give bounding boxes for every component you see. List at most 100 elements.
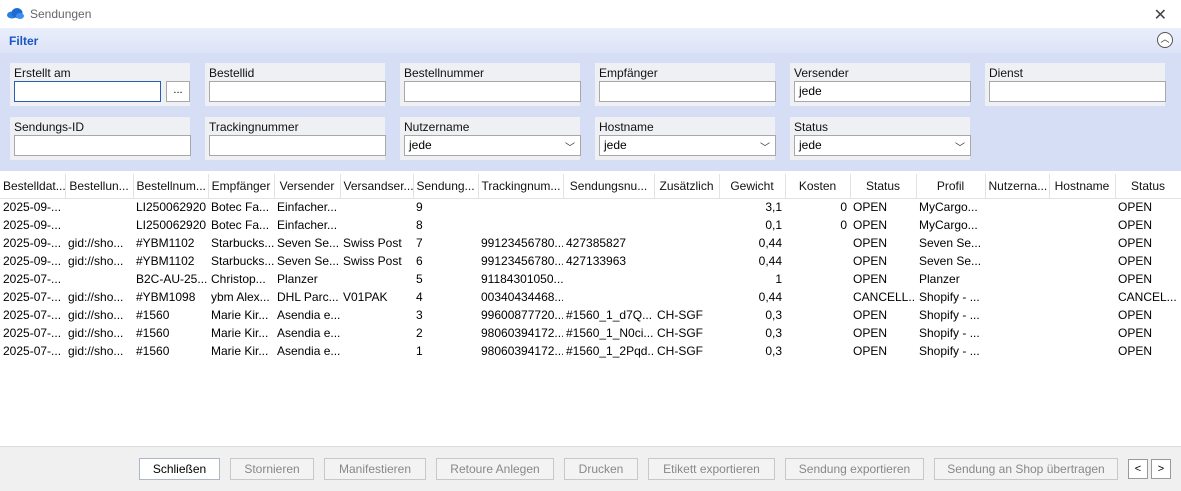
table-cell: 0 [840,200,847,215]
table-cell [785,234,850,252]
table-cell: Shopify - ... [919,308,980,322]
table-cell: Shopify - ... [919,326,980,340]
date-picker-button[interactable]: ... [166,81,190,102]
column-header[interactable]: Sendung... [413,174,479,199]
column-header[interactable]: Trackingnum... [478,174,564,199]
table-cell: #1560 [136,344,170,358]
table-cell: OPEN [853,344,888,358]
status-value: jede [799,138,822,152]
next-page-button[interactable]: > [1151,459,1171,479]
status-select[interactable]: jede ﹀ [794,135,971,156]
table-cell [1049,324,1115,342]
prev-page-button[interactable]: < [1128,459,1148,479]
table-cell [785,252,850,270]
table-cell: OPEN [1118,344,1153,358]
table-cell: gid://sho... [68,254,124,268]
table-cell [340,216,413,234]
table-cell: 2025-09-... [3,254,62,268]
create-return-button[interactable]: Retoure Anlegen [436,458,554,480]
close-icon[interactable]: ✕ [1154,5,1167,25]
close-button[interactable]: Schließen [139,458,220,480]
table-cell: #1560_1_d7Q... [566,308,653,322]
table-row[interactable]: 2025-09-... LI250062920 Botec Fa... Einfach… [0,216,1181,234]
hostname-select[interactable]: jede ﹀ [599,135,776,156]
table-row[interactable]: 2025-07-... gid://sho... #1560 Marie Kir...… [0,324,1181,342]
transfer-to-shop-button[interactable]: Sendung an Shop übertragen [934,458,1118,480]
table-cell: OPEN [1118,218,1153,232]
table-cell: Einfacher... [277,218,338,232]
table-cell: 2025-07-... [3,344,62,358]
manifest-button[interactable]: Manifestieren [324,458,426,480]
column-header[interactable]: Sendungsnu... [563,174,655,199]
column-header[interactable]: Zusätzlich [654,174,720,199]
table-cell: Marie Kir... [211,326,269,340]
print-button[interactable]: Drucken [564,458,638,480]
chevron-down-icon: ﹀ [955,143,965,154]
column-header[interactable]: Bestellnum... [133,174,209,199]
table-row[interactable]: 2025-07-... gid://sho... #1560 Marie Kir...… [0,306,1181,324]
nutzername-select[interactable]: jede ﹀ [404,135,581,156]
column-header[interactable]: Empfänger [208,174,275,199]
dienst-input[interactable] [989,81,1166,102]
column-header[interactable]: Kosten [785,174,851,199]
table-row[interactable]: 2025-09-... gid://sho... #YBM1102 Starbucks… [0,252,1181,270]
column-header[interactable]: Hostname [1049,174,1116,199]
table-row[interactable]: 2025-09-... LI250062920 Botec Fa... Einfach… [0,198,1181,216]
filter-empfaenger: Empfänger [595,63,776,106]
table-cell: MyCargo... [919,218,978,232]
bestellid-input[interactable] [209,81,386,102]
export-shipment-button[interactable]: Sendung exportieren [785,458,924,480]
table-cell: 2025-07-... [3,290,62,304]
erstellt-am-input[interactable] [14,81,161,102]
cloud-icon [7,8,24,19]
column-header[interactable]: Versandser... [340,174,414,199]
table-cell: OPEN [1118,308,1153,322]
table-cell: Asendia e... [277,344,340,358]
table-cell: OPEN [1118,326,1153,340]
table-row[interactable]: 2025-07-... B2C-AU-25... Christop... Planze… [0,270,1181,288]
table-cell [65,198,133,216]
table-cell: OPEN [853,272,888,286]
table-row[interactable]: 2025-07-... gid://sho... #YBM1098 ybm Alex.… [0,288,1181,306]
column-header[interactable]: Bestelldat... [0,174,66,199]
column-header[interactable]: Status [1115,174,1181,199]
table-cell [654,252,719,270]
table-cell: 99123456780... [481,236,563,250]
column-header[interactable]: Gewicht [719,174,786,199]
table-cell [785,306,850,324]
table-cell: 2025-09-... [3,236,62,250]
column-header[interactable]: Versender [274,174,341,199]
export-label-button[interactable]: Etikett exportieren [648,458,775,480]
footer-bar: Schließen Stornieren Manifestieren Retou… [0,446,1181,491]
filter-title: Filter [9,34,39,48]
cancel-shipment-button[interactable]: Stornieren [230,458,314,480]
table-cell: Seven Se... [919,254,982,268]
table-row[interactable]: 2025-09-... gid://sho... #YBM1102 Starbucks… [0,234,1181,252]
table-cell: OPEN [853,236,888,250]
table-cell: Seven Se... [277,254,340,268]
trackingnummer-input[interactable] [209,135,386,156]
collapse-chevron-icon[interactable]: ︿ [1157,32,1173,48]
filter-label: Trackingnummer [209,120,299,134]
versender-input[interactable]: jede [794,81,971,102]
table-cell: 3 [416,308,423,322]
table-cell: Planzer [277,272,318,286]
table-cell [985,234,1049,252]
empfaenger-input[interactable] [599,81,776,102]
table-cell: 2025-09-... [3,200,62,215]
column-header[interactable]: Nutzerna... [985,174,1050,199]
table-cell [654,270,719,288]
bestellnummer-input[interactable] [404,81,581,102]
column-header[interactable]: Status [850,174,917,199]
filter-label: Bestellid [209,66,255,80]
sendungs-id-input[interactable] [14,135,191,156]
filter-nutzername: Nutzername jede ﹀ [400,117,581,160]
table-row[interactable]: 2025-07-... gid://sho... #1560 Marie Kir...… [0,342,1181,360]
table-cell: #1560_1_2Pqd... [566,344,654,358]
table-cell: Swiss Post [343,254,402,268]
column-header[interactable]: Profil [916,174,986,199]
filter-label: Bestellnummer [404,66,485,80]
table-cell: CH-SGF [657,326,703,340]
column-header[interactable]: Bestellun... [65,174,134,199]
table-cell [563,288,654,306]
